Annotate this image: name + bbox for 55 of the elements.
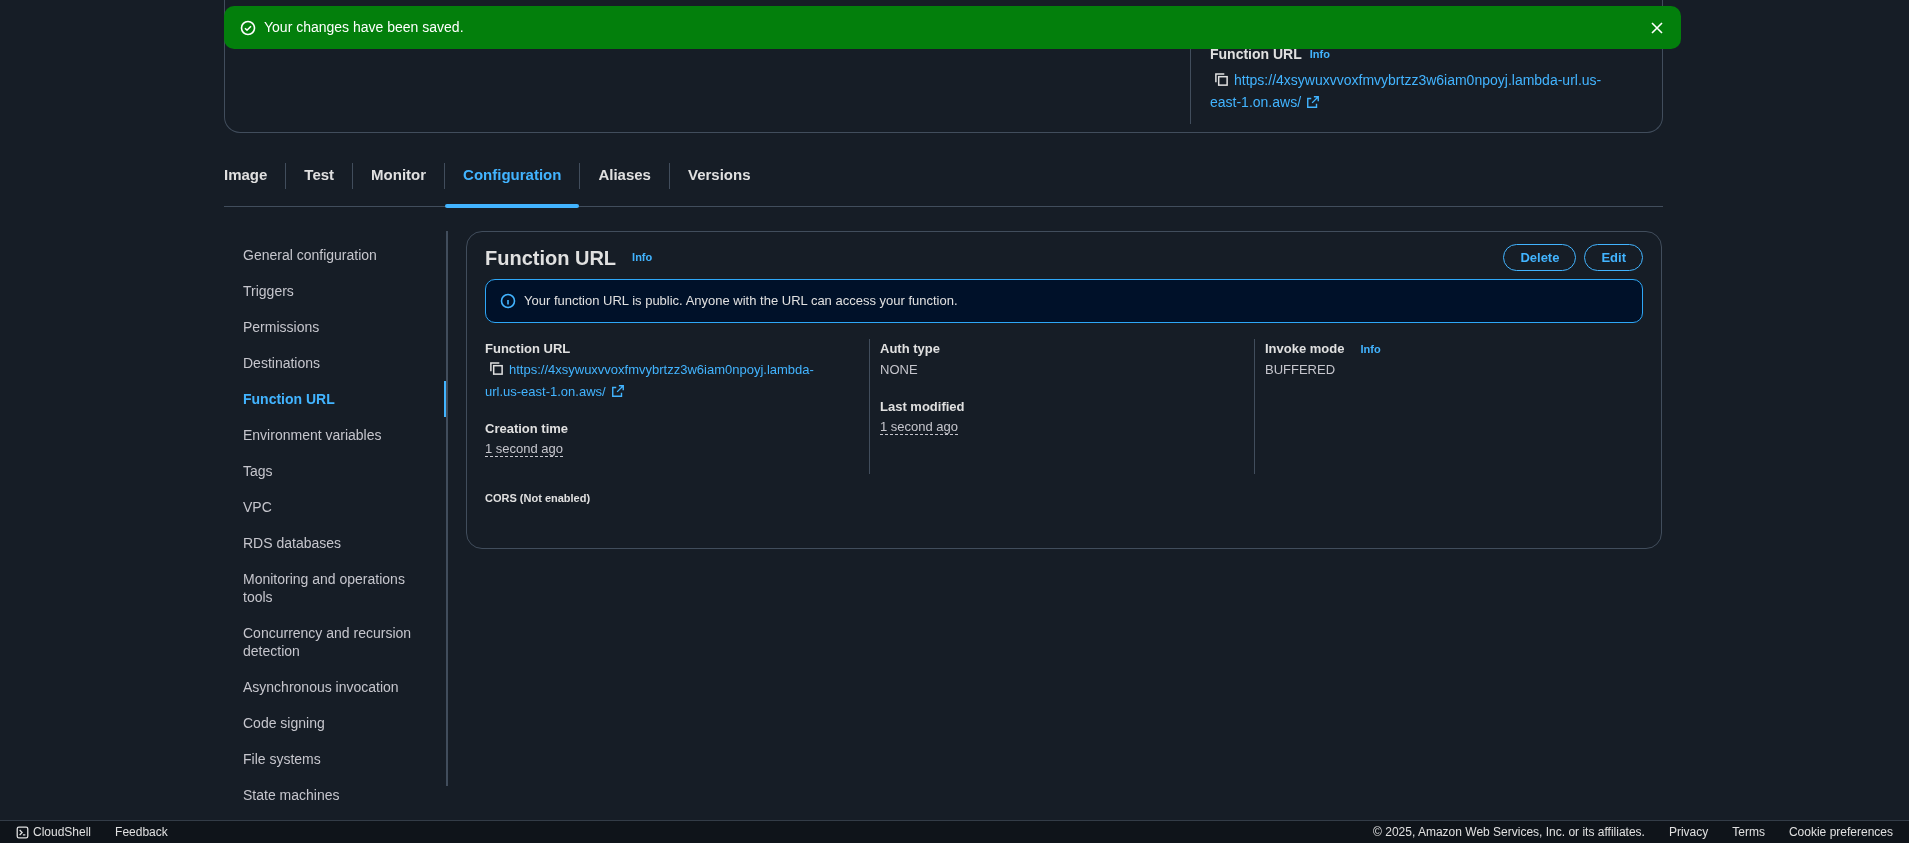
tab[interactable]: Test bbox=[286, 145, 353, 206]
info-link[interactable]: Info bbox=[632, 249, 653, 266]
cors-label: CORS (Not enabled) bbox=[485, 491, 592, 506]
sidebar-item[interactable]: Tags bbox=[224, 453, 446, 489]
field-label: Auth type bbox=[880, 340, 940, 358]
field-label: Creation time bbox=[485, 419, 569, 438]
url-link[interactable]: https://4xsywuxvvoxfmvybrtzz3w6iam0npoyj.lambda-url.us-east-1.on.aws/ bbox=[485, 358, 830, 403]
field-label: Last modified bbox=[880, 397, 965, 416]
sidebar-item[interactable]: Code signing bbox=[224, 705, 446, 741]
field-value: BUFFERED bbox=[1265, 361, 1336, 377]
external-link-icon bbox=[1306, 95, 1321, 109]
summary-label: Function URL bbox=[1210, 45, 1302, 64]
tab[interactable]: Image bbox=[224, 145, 286, 206]
info-link[interactable]: Info bbox=[1309, 46, 1330, 63]
footer-link[interactable]: Cookie preferences bbox=[1788, 823, 1893, 841]
feedback-link[interactable]: Feedback bbox=[115, 823, 168, 841]
sidebar-item[interactable]: General configuration bbox=[224, 237, 446, 273]
url-link[interactable]: https://4xsywuxvvoxfmvybrtzz3w6iam0npoyj.lambda-url.us-east-1.on.aws/ bbox=[1210, 69, 1630, 113]
sidebar-item[interactable]: Concurrency and recursion detection bbox=[224, 615, 446, 669]
sidebar-item[interactable]: Function URL bbox=[224, 381, 446, 417]
sidebar-item[interactable]: VPC bbox=[224, 489, 446, 525]
close-icon bbox=[1649, 19, 1665, 36]
cloudshell-button[interactable]: CloudShell bbox=[16, 823, 92, 841]
flash-message: Your changes have been saved. bbox=[264, 18, 465, 37]
sidebar-item[interactable]: RDS databases bbox=[224, 525, 446, 561]
sidebar-item[interactable]: Destinations bbox=[224, 345, 446, 381]
close-button[interactable] bbox=[1649, 19, 1665, 36]
success-icon bbox=[240, 19, 256, 36]
sidebar-item[interactable]: File systems bbox=[224, 741, 446, 777]
info-link[interactable]: Info bbox=[1360, 340, 1381, 357]
footer-link[interactable]: Terms bbox=[1732, 823, 1765, 841]
sidebar-item[interactable]: Triggers bbox=[224, 273, 446, 309]
tab[interactable]: Configuration bbox=[445, 145, 580, 206]
field-value: NONE bbox=[880, 361, 918, 377]
footer-link[interactable]: Privacy bbox=[1668, 823, 1709, 841]
copyright-text: © 2025, Amazon Web Services, Inc. or its affiliates. bbox=[1373, 824, 1645, 841]
copy-icon bbox=[1214, 72, 1229, 87]
panel-title: Function URL bbox=[485, 245, 617, 270]
timestamp: 1 second ago bbox=[485, 441, 564, 457]
field-label: Invoke mode bbox=[1265, 340, 1345, 358]
terminal-icon bbox=[16, 825, 29, 839]
sidebar-item[interactable]: Asynchronous invocation bbox=[224, 669, 446, 705]
external-link-icon bbox=[610, 383, 625, 398]
copy-icon bbox=[489, 360, 504, 376]
timestamp: 1 second ago bbox=[880, 419, 959, 435]
sidebar-item[interactable]: Monitoring and operations tools bbox=[224, 561, 446, 615]
sidebar-item[interactable]: Environment variables bbox=[224, 417, 446, 453]
tab[interactable]: Monitor bbox=[353, 145, 445, 206]
info-icon bbox=[500, 293, 516, 309]
sidebar-item[interactable]: State machines bbox=[224, 777, 446, 813]
tab[interactable]: Versions bbox=[669, 145, 769, 206]
tab[interactable]: Aliases bbox=[580, 145, 669, 206]
sidebar-item[interactable]: Permissions bbox=[224, 309, 446, 345]
alert-message: Your function URL is public. Anyone with the URL can access your function. bbox=[524, 292, 958, 311]
field-label: Function URL bbox=[485, 340, 571, 358]
